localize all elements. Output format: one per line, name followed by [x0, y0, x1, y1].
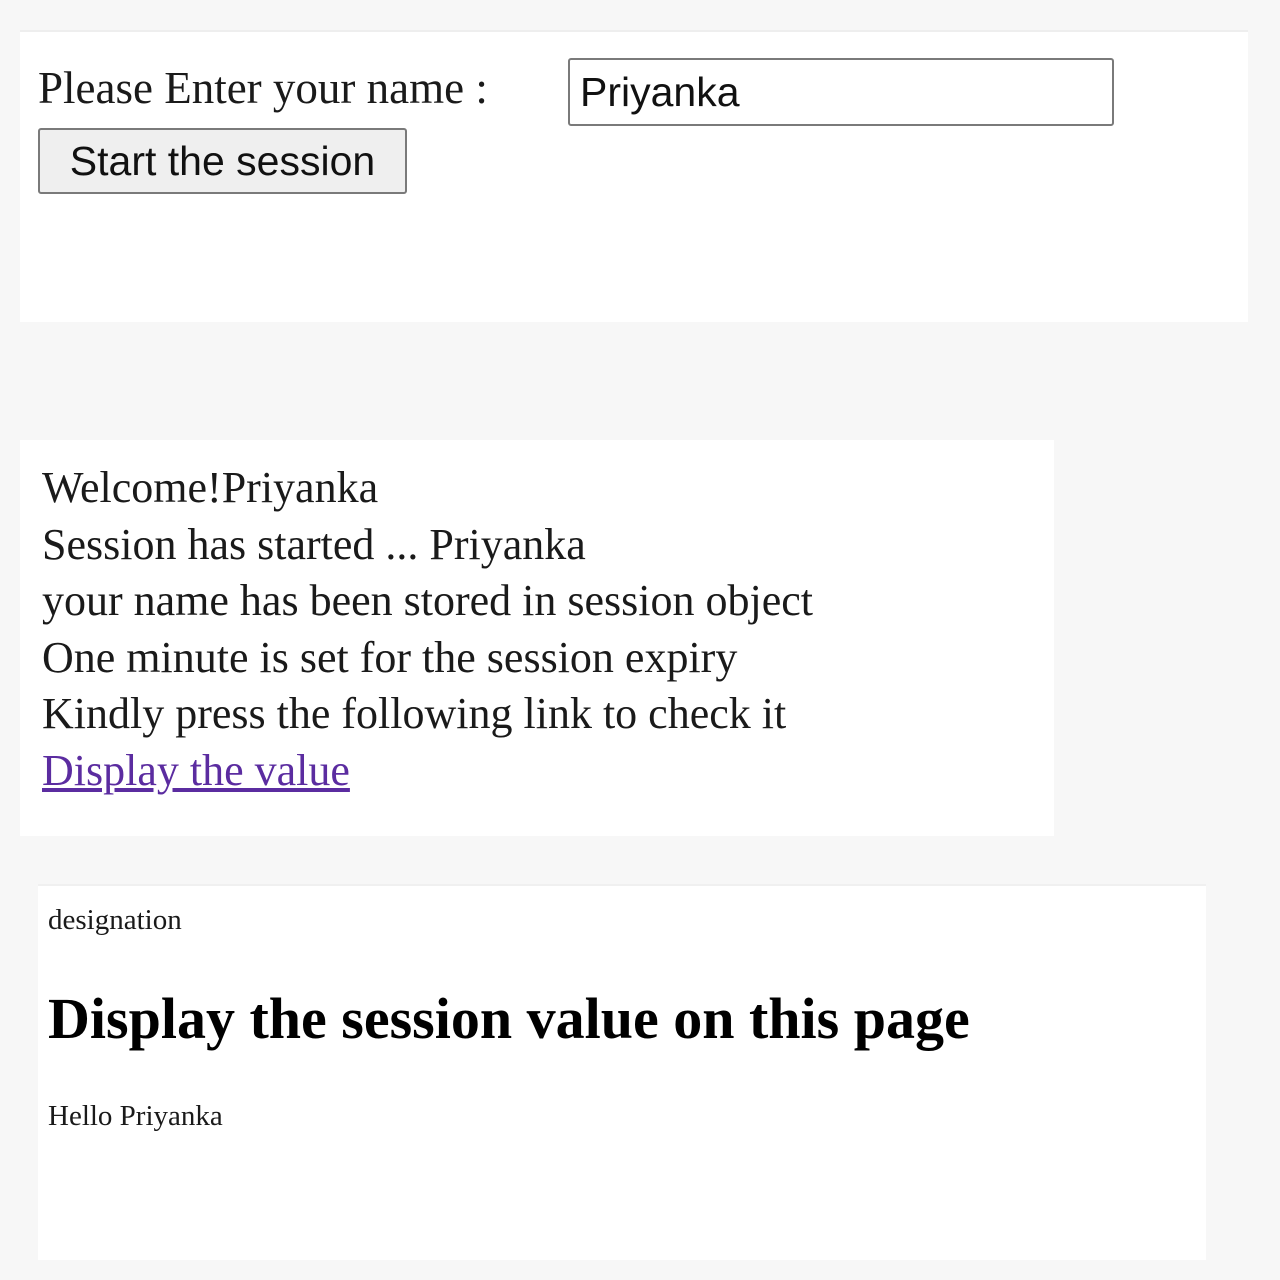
- start-session-button[interactable]: Start the session: [38, 128, 407, 194]
- session-started-line: Session has started ... Priyanka: [42, 519, 586, 569]
- greeting-text: Hello Priyanka: [48, 1100, 223, 1132]
- name-label: Please Enter your name :: [38, 63, 488, 113]
- name-input[interactable]: [568, 58, 1114, 126]
- designation-text: designation: [48, 904, 182, 936]
- instruction-line: Kindly press the following link to check…: [42, 689, 787, 738]
- welcome-line: Welcome!Priyanka: [42, 463, 379, 512]
- session-form-panel: Please Enter your name : Start the sessi…: [20, 30, 1248, 322]
- session-stored-line: your name has been stored in session obj…: [42, 576, 814, 625]
- page-heading: Display the session value on this page: [48, 986, 970, 1051]
- session-expiry-line: One minute is set for the session expiry: [42, 632, 738, 682]
- welcome-panel: Welcome!Priyanka Session has started ...…: [20, 440, 1054, 836]
- display-panel: designation Display the session value on…: [38, 884, 1206, 1260]
- welcome-message: Welcome!Priyanka Session has started ...…: [42, 460, 813, 799]
- display-value-link[interactable]: Display the value: [42, 746, 350, 795]
